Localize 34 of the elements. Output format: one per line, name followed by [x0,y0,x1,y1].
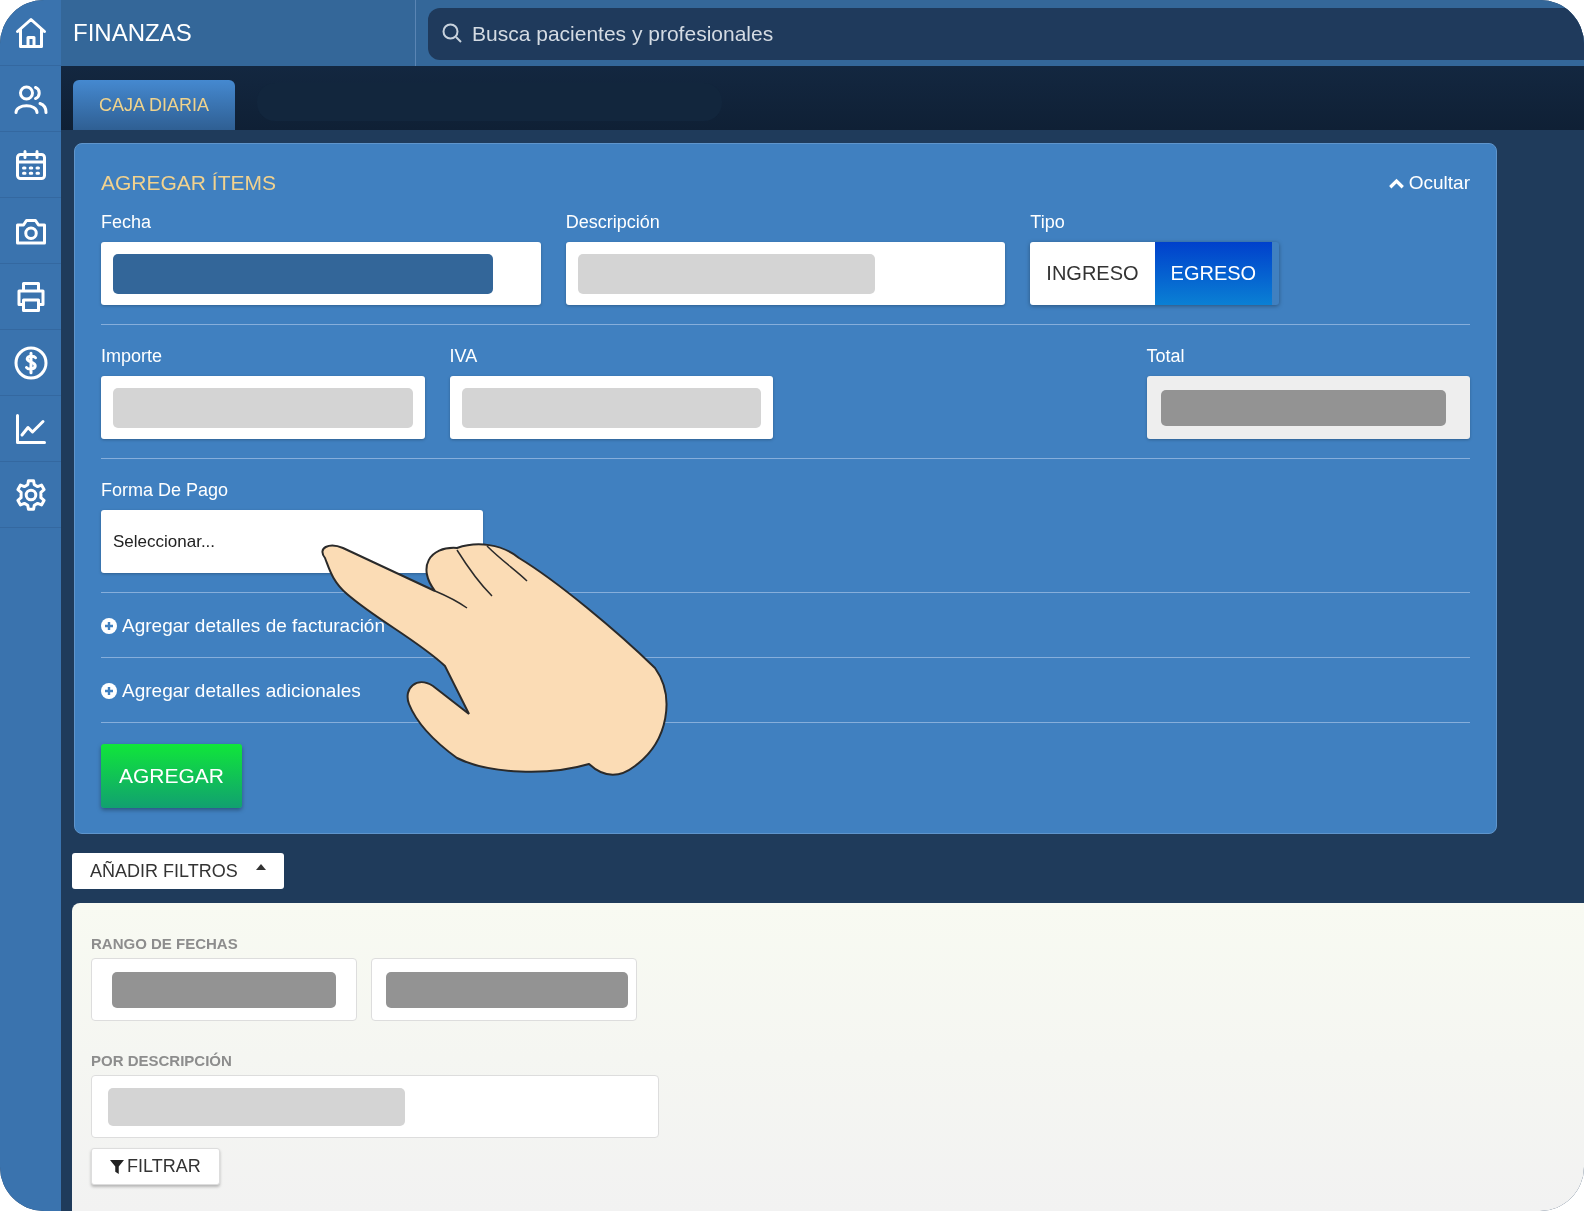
add-details-link[interactable]: Agregar detalles de facturación [122,615,385,637]
add-details-link[interactable]: Agregar detalles adicionales [122,680,361,702]
field-label: IVA [449,346,479,368]
chevron-up-icon [1388,177,1404,189]
input-field[interactable] [449,376,773,439]
input-field[interactable] [565,242,1006,305]
field-label: Forma De Pago [101,480,230,502]
description-filter-field[interactable] [91,1075,659,1138]
search-field[interactable]: Busca pacientes y profesionales [428,8,1584,60]
tab[interactable]: CAJA DIARIA [73,80,236,130]
filter-label: POR DESCRIPCIÓN [91,1052,232,1069]
form-title: AGREGAR ÍTEMS [101,171,277,195]
add-filters-button[interactable]: AÑADIR FILTROS [72,853,284,889]
field-label: Descripción [565,212,661,234]
field-label: Tipo [1030,212,1066,234]
input-field[interactable] [1146,376,1470,439]
input-field[interactable] [101,376,425,439]
hide-button[interactable]: Ocultar [1388,172,1470,194]
type-toggle-option[interactable]: INGRESO [1030,242,1155,305]
field-label: Total [1146,346,1186,368]
dollar-icon[interactable] [12,344,49,381]
plus-circle-icon [101,683,117,699]
filter-label: RANGO DE FECHAS [91,935,238,952]
filter-icon [110,1159,124,1174]
search-icon [440,21,464,45]
type-toggle-option[interactable]: EGRESO [1154,242,1273,305]
plus-circle-icon [101,618,117,634]
filter-button[interactable]: FILTRAR [91,1148,220,1185]
date-field[interactable] [371,958,637,1021]
input-field[interactable] [101,242,541,305]
field-label: Fecha [101,212,153,234]
date-field[interactable] [91,958,357,1021]
field-label: Importe [101,346,164,368]
page-title: FINANZAS [73,19,192,47]
